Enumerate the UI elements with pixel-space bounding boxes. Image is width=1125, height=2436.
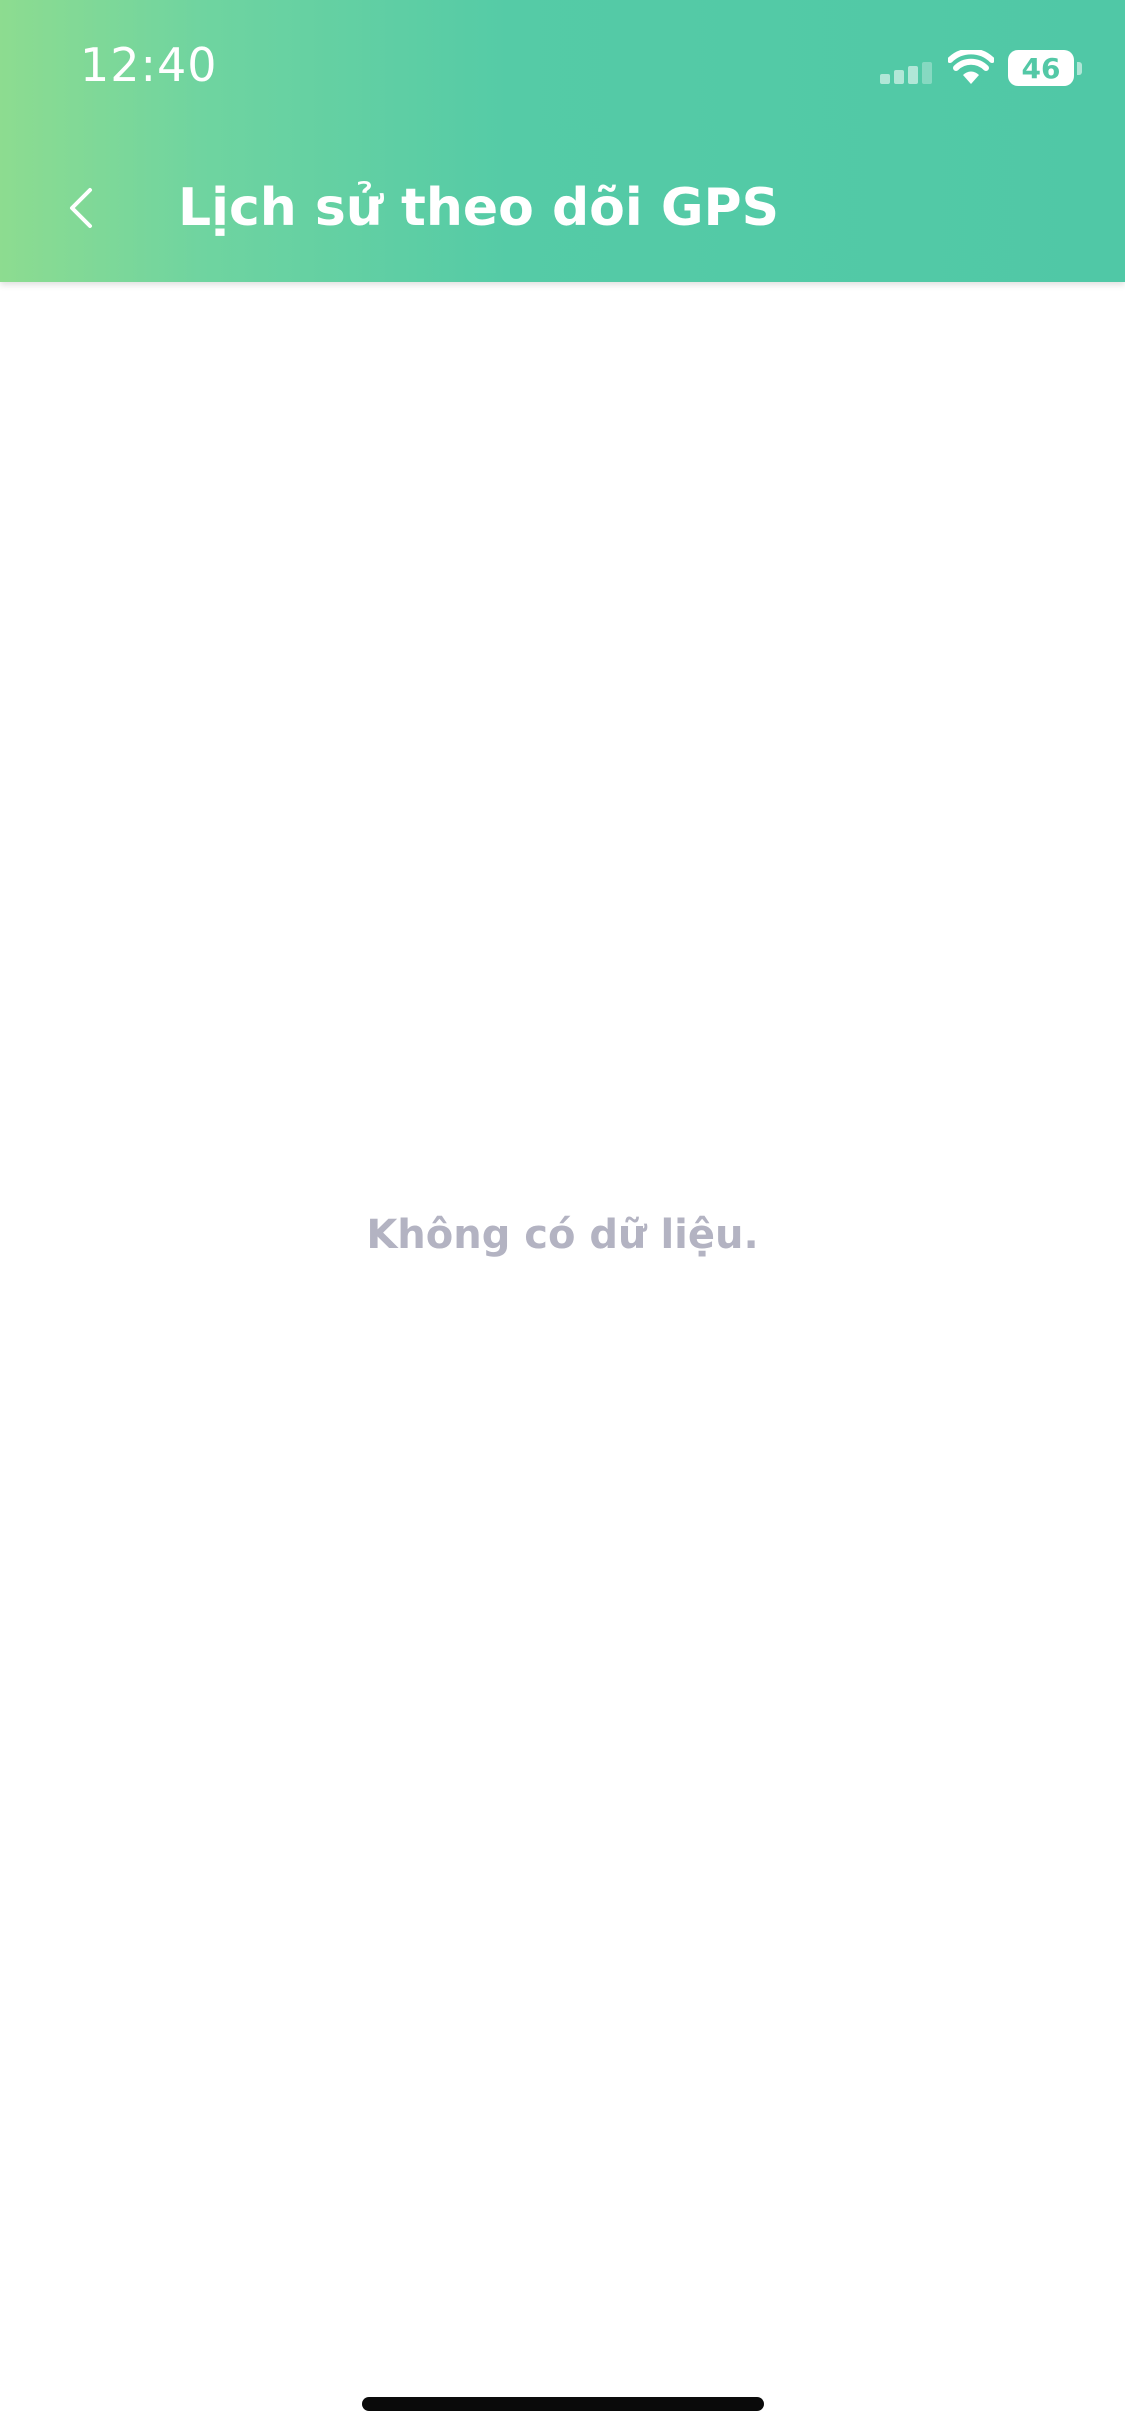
home-indicator[interactable] xyxy=(362,2397,764,2411)
empty-state-message: Không có dữ liệu. xyxy=(366,1212,759,1258)
battery-tip xyxy=(1077,62,1082,75)
main-content: Không có dữ liệu. xyxy=(0,282,1125,2436)
status-time: 12:40 xyxy=(80,38,218,92)
chevron-left-icon xyxy=(70,188,92,228)
back-button[interactable] xyxy=(40,160,120,256)
battery-indicator: 46 xyxy=(1008,50,1082,86)
battery-level-text: 46 xyxy=(1021,52,1061,85)
wifi-icon xyxy=(948,50,994,84)
page-title: Lịch sử theo dõi GPS xyxy=(178,178,780,238)
cellular-signal-icon xyxy=(880,62,932,84)
app-header: 12:40 46 Lịch sử theo dõi GPS xyxy=(0,0,1125,282)
status-bar: 12:40 46 xyxy=(0,0,1125,140)
